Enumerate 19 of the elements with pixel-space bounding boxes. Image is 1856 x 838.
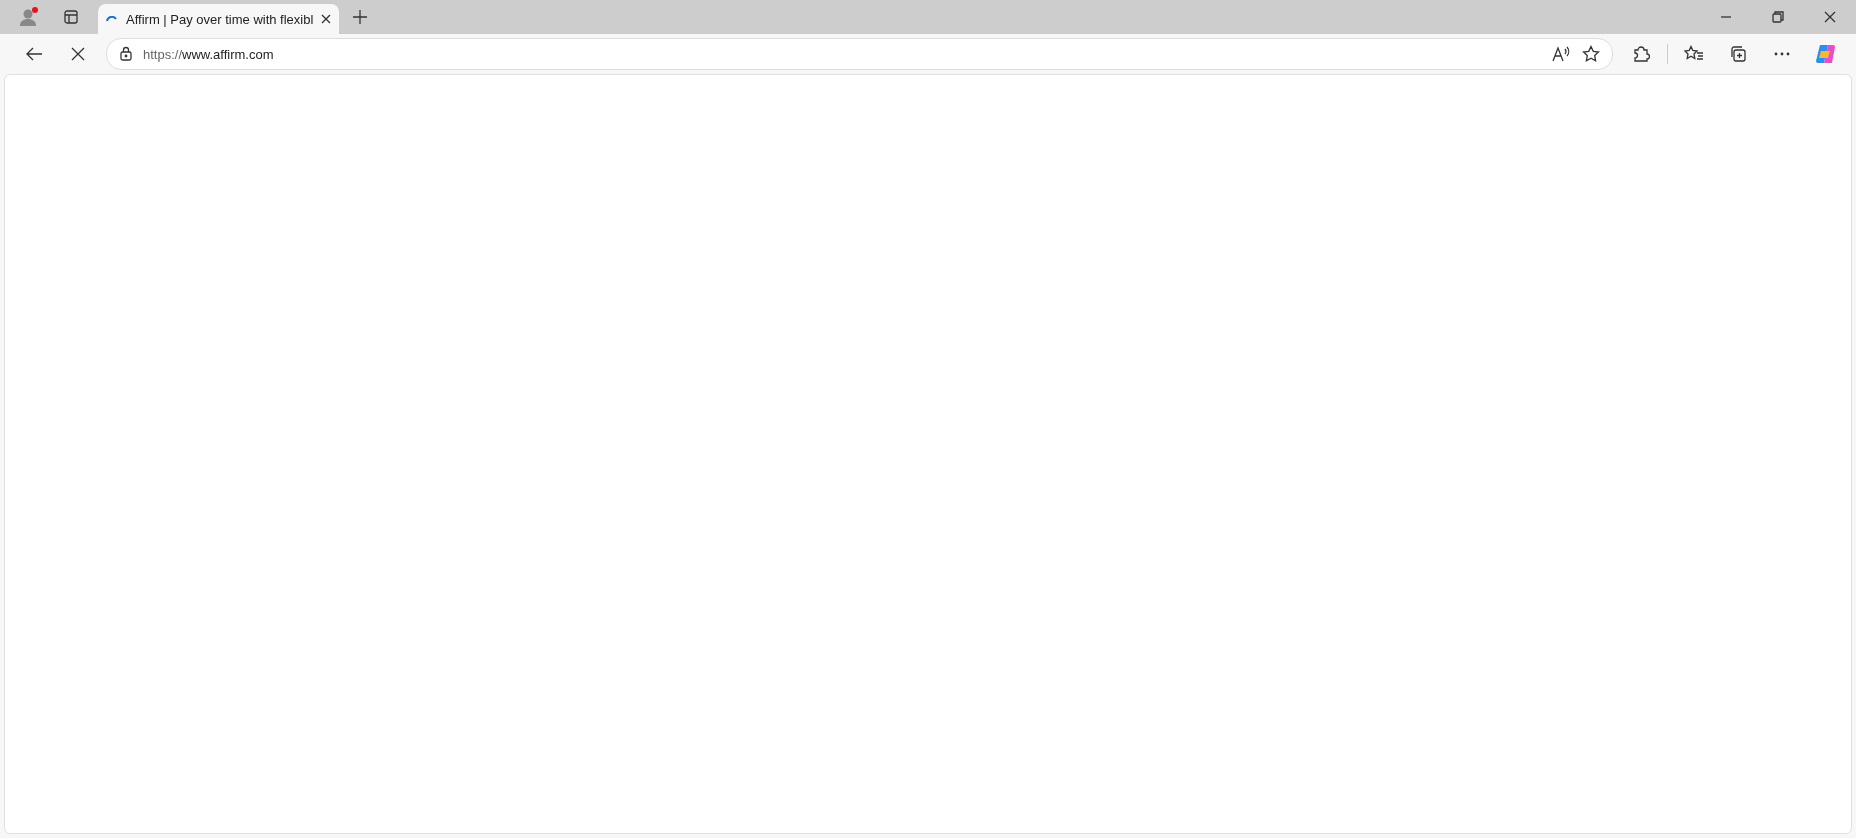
back-arrow-icon[interactable] — [25, 46, 43, 62]
new-tab-icon[interactable] — [352, 9, 369, 25]
tab-actions-icon[interactable] — [63, 9, 79, 25]
star-icon[interactable] — [1582, 45, 1600, 63]
browser-tab[interactable]: Affirm | Pay over time with flexibl — [98, 4, 340, 34]
more-icon[interactable] — [1774, 52, 1790, 56]
lock-icon[interactable] — [119, 46, 133, 62]
puzzle-piece-icon[interactable] — [1632, 45, 1650, 63]
url-text: https://www.affirm.com — [143, 46, 275, 62]
collections-icon[interactable] — [1729, 45, 1747, 63]
stop-icon[interactable] — [71, 47, 85, 61]
address-bar[interactable]: https://www.affirm.com — [106, 38, 1613, 70]
favorites-icon[interactable] — [1684, 45, 1704, 63]
profile-icon[interactable] — [18, 6, 40, 28]
restore-icon[interactable] — [1772, 11, 1784, 23]
read-aloud-icon[interactable] — [1552, 46, 1572, 62]
close-tab-icon[interactable] — [321, 14, 332, 24]
copilot-icon[interactable] — [1815, 43, 1837, 65]
close-icon[interactable] — [1824, 11, 1836, 23]
